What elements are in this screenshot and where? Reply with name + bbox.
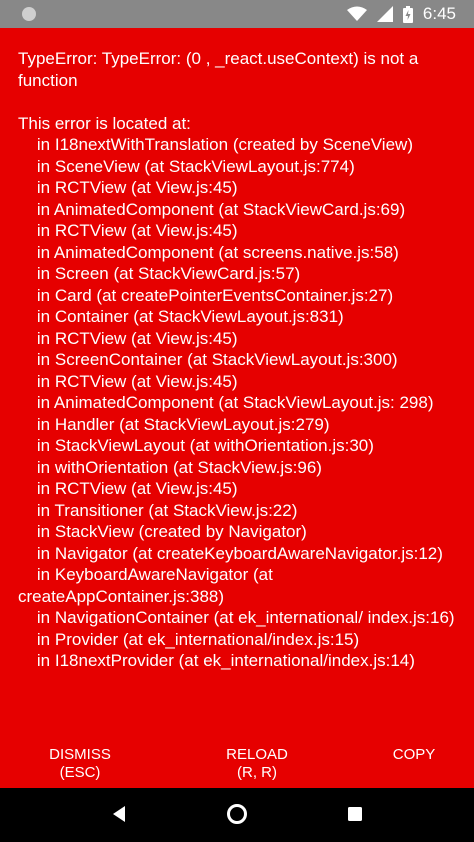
stack-line: in ScreenContainer (at StackViewLayout.j… (18, 350, 398, 369)
wifi-icon (346, 6, 367, 22)
recents-button[interactable] (335, 795, 375, 835)
stack-line: in StackView (created by Navigator) (18, 522, 307, 541)
stack-line: in Handler (at StackViewLayout.js:279) (18, 414, 330, 434)
recents-icon (347, 806, 363, 825)
home-icon (226, 803, 248, 828)
action-button-row: DISMISS (ESC) RELOAD (R, R) COPY (0, 738, 474, 788)
stack-line: in NavigationContainer (at ek_internatio… (18, 608, 455, 627)
stack-trace-list: in I18nextWithTranslation (created by Sc… (18, 134, 458, 672)
stack-line: in I18nextWithTranslation (created by Sc… (18, 135, 413, 154)
stack-line: in Screen (at StackViewCard.js:57) (18, 264, 301, 283)
error-area[interactable]: TypeError: TypeError: (0 , _react.useCon… (0, 28, 474, 738)
navigation-bar (0, 788, 474, 842)
signal-icon (376, 6, 393, 22)
notification-dot-icon (22, 7, 36, 21)
stack-line: in AnimatedComponent (at StackViewCard.j… (18, 199, 406, 219)
error-title: TypeError: TypeError: (0 , _react.useCon… (18, 49, 424, 90)
stack-line: in AnimatedComponent (at screens.native.… (18, 242, 399, 262)
status-time: 6:45 (422, 4, 456, 23)
stack-line: in RCTView (at View.js:45) (18, 221, 238, 240)
stack-line: in SceneView (at StackViewLayout.js:774) (18, 156, 355, 176)
error-located-header: This error is located at: (18, 113, 191, 133)
stack-line: in Navigator (at createKeyboardAwareNavi… (18, 543, 443, 563)
reload-button[interactable]: RELOAD (R, R) (197, 746, 317, 782)
stack-line: in AnimatedComponent (at StackViewLayout… (18, 393, 434, 412)
stack-line: in Card (at createPointerEventsContainer… (18, 285, 394, 305)
home-button[interactable] (217, 795, 257, 835)
back-button[interactable] (99, 795, 139, 835)
stack-line: in RCTView (at View.js:45) (18, 371, 238, 391)
stack-line: in RCTView (at View.js:45) (18, 479, 238, 498)
status-bar: 6:45 (0, 0, 474, 28)
status-left (22, 7, 36, 21)
stack-line: in Container (at StackViewLayout.js:831) (18, 307, 344, 326)
dismiss-button[interactable]: DISMISS (ESC) (20, 746, 140, 782)
copy-button[interactable]: COPY (374, 746, 454, 764)
battery-icon (402, 5, 413, 23)
back-icon (111, 805, 127, 826)
stack-line: in RCTView (at View.js:45) (18, 328, 238, 348)
stack-line: in withOrientation (at StackView.js:96) (18, 457, 322, 477)
status-right: 6:45 (346, 4, 456, 24)
stack-line: in Provider (at ek_international/index.j… (18, 629, 360, 649)
stack-line: in I18nextProvider (at ek_international/… (18, 651, 415, 670)
stack-line: in StackViewLayout (at withOrientation.j… (18, 436, 374, 455)
stack-line: in RCTView (at View.js:45) (18, 178, 238, 197)
stack-line: in KeyboardAwareNavigator (at createAppC… (18, 565, 278, 606)
stack-line: in Transitioner (at StackView.js:22) (18, 500, 298, 520)
